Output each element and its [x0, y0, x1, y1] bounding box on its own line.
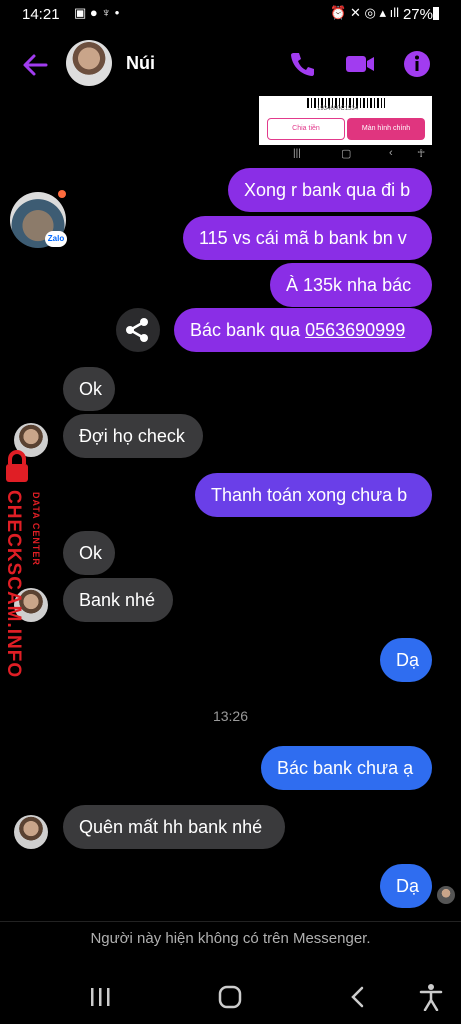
shared-image-navbar: ||| ▢ ‹ ☥: [259, 145, 432, 165]
video-call-icon[interactable]: [344, 48, 376, 80]
watermark: CHECKSCAM.INFO DATA CENTER: [2, 450, 52, 680]
message-outgoing[interactable]: Thanh toán xong chưa b: [195, 473, 432, 517]
active-dot: [58, 190, 66, 198]
watermark-sub: DATA CENTER: [31, 492, 41, 566]
message-incoming[interactable]: Ok: [63, 531, 115, 575]
message-text: Bác bank qua: [190, 320, 306, 340]
lock-icon: [6, 450, 28, 482]
contact-avatar[interactable]: [66, 40, 112, 86]
divider: [0, 921, 461, 922]
watermark-brand: CHECKSCAM.INFO: [3, 490, 24, 679]
barcode-text: 1934600C1534: [317, 106, 359, 112]
account-number-link[interactable]: 0563690999: [305, 320, 405, 340]
recent-apps-icon[interactable]: [88, 986, 112, 1008]
message-outgoing[interactable]: À 135k nha bác: [270, 263, 432, 307]
shared-image-btn-right: Màn hình chính: [347, 118, 425, 140]
battery-icon: [433, 7, 439, 20]
signal-icons: ⏰ ✕ ◎ ▴ ıll: [330, 5, 399, 20]
timestamp: 13:26: [212, 708, 249, 724]
message-outgoing[interactable]: 115 vs cái mã b bank bn v: [183, 216, 432, 260]
system-navbar: [0, 968, 461, 1024]
message-incoming[interactable]: Quên mất hh bank nhé: [63, 805, 285, 849]
contact-name[interactable]: Núi: [126, 53, 155, 74]
message-incoming[interactable]: Bank nhé: [63, 578, 173, 622]
message-outgoing[interactable]: Dạ: [380, 864, 432, 908]
message-incoming[interactable]: Đợi họ check: [63, 414, 203, 458]
zalo-badge: Zalo: [45, 231, 67, 247]
unavailable-notice: Người này hiện không có trên Messenger.: [90, 930, 371, 947]
phone-call-icon[interactable]: [286, 48, 318, 80]
share-button[interactable]: [116, 308, 160, 352]
back-arrow-icon[interactable]: [20, 50, 50, 80]
accessibility-icon[interactable]: [419, 983, 443, 1011]
message-outgoing[interactable]: Xong r bank qua đi b: [228, 168, 432, 212]
message-incoming[interactable]: Ok: [63, 367, 115, 411]
sender-avatar[interactable]: [14, 815, 48, 849]
share-icon: [126, 318, 148, 342]
info-icon[interactable]: [401, 48, 433, 80]
back-nav-icon[interactable]: [348, 985, 368, 1009]
battery-level: 27%: [402, 6, 433, 23]
message-outgoing-account[interactable]: Bác bank qua 0563690999: [174, 308, 432, 352]
notification-icons: ▣ ● ♆ •: [74, 5, 120, 20]
seen-avatar: [437, 886, 455, 904]
message-outgoing[interactable]: Dạ: [380, 638, 432, 682]
home-icon[interactable]: [217, 984, 243, 1010]
status-bar: 14:21 ▣ ● ♆ • ⏰ ✕ ◎ ▴ ıll 27%: [0, 0, 461, 30]
chat-header: Núi: [0, 30, 461, 100]
message-outgoing[interactable]: Bác bank chưa ạ: [261, 746, 432, 790]
status-time: 14:21: [22, 6, 60, 23]
shared-image-btn-left: Chia tiền: [267, 118, 345, 140]
